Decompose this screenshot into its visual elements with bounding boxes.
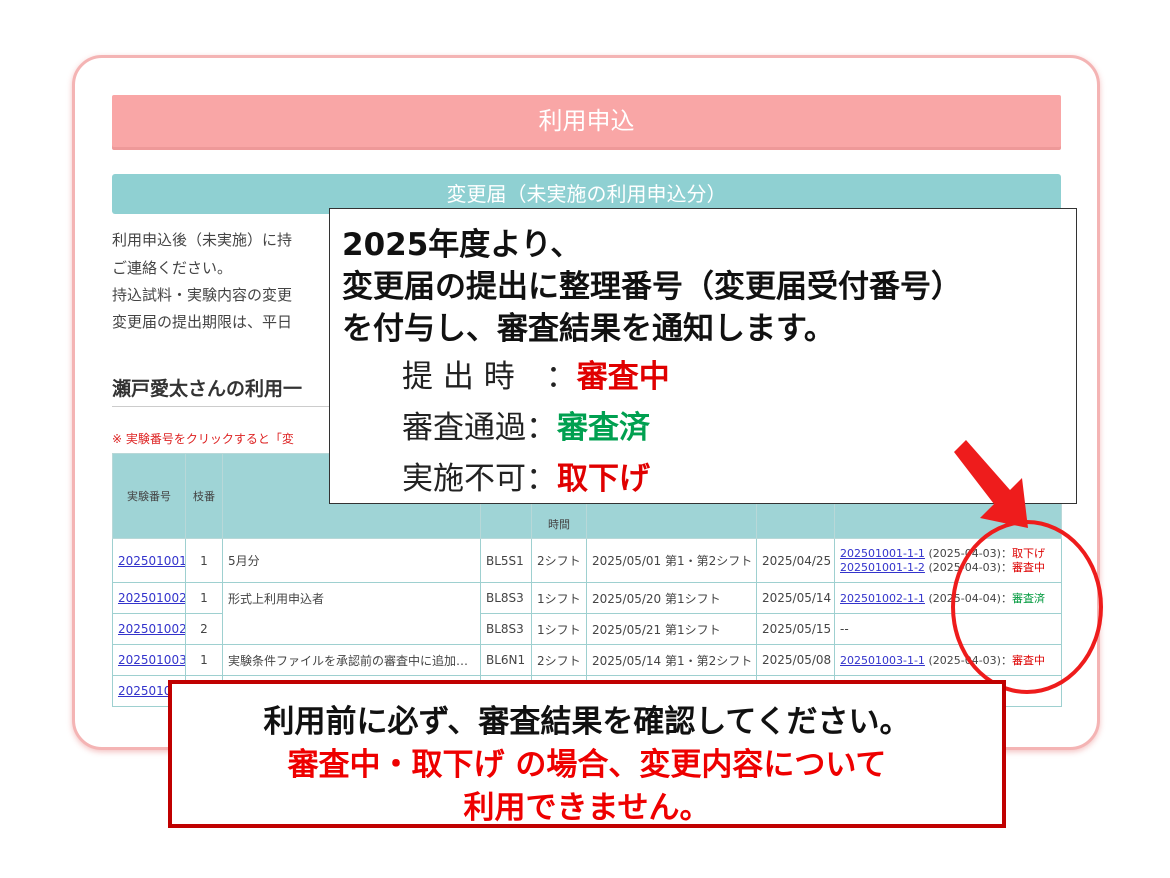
change-link[interactable]: 202501001-1-2 (840, 561, 925, 574)
deadline-cell: 2025/05/15 (756, 613, 835, 645)
warning-line-1: 利用前に必ず、審査結果を確認してください。 (263, 704, 911, 740)
page-title: 利用申込 (112, 95, 1061, 147)
shift-cell: 1シフト (531, 613, 587, 645)
warning-line-2: 審査中・取下げ の場合、変更内容について (287, 747, 887, 783)
bl-cell: BL6N1 (480, 644, 532, 676)
date-cell: 2025/05/21 第1シフト (586, 613, 757, 645)
description-line-3: 持込試料・実験内容の変更 (112, 286, 293, 304)
deadline-cell: 2025/04/25 (756, 538, 835, 583)
status-value: 審査中 (576, 359, 670, 395)
change-link[interactable]: 202501003-1-1 (840, 654, 925, 667)
callout-line-2: 変更届の提出に整理番号（変更届受付番号） (342, 269, 962, 305)
branch-cell: 1 (185, 538, 223, 583)
title-cell: 形式上利用申込者 (222, 582, 481, 645)
status-value: 取下げ (557, 461, 650, 497)
shift-cell: 2シフト (531, 538, 587, 583)
status-line-submitted: 提 出 時 ：審査中 (402, 351, 670, 396)
bl-cell: BL8S3 (480, 613, 532, 645)
status-line-rejected: 実施不可：取下げ (402, 453, 650, 498)
table-row: 202501002 1 形式上利用申込者 BL8S3 1シフト 2025/05/… (112, 582, 1062, 645)
date-cell: 2025/05/14 第1・第2シフト (586, 644, 757, 676)
experiment-link[interactable]: 202501001 (118, 554, 185, 568)
warning-line-3: 利用できません。 (463, 790, 711, 826)
title-cell: 5月分 (222, 538, 481, 583)
status-label: 実施不可： (402, 461, 557, 497)
col-experiment-no: 実験番号 (112, 453, 186, 539)
highlight-circle (951, 520, 1103, 694)
callout-line-3: を付与し、審査結果を通知します。 (342, 311, 835, 347)
date-cell: 2025/05/20 第1シフト (586, 582, 757, 614)
warning-box: 利用前に必ず、審査結果を確認してください。 審査中・取下げ の場合、変更内容につ… (168, 680, 1006, 828)
table-row: 202501001 1 5月分 BL5S1 2シフト 2025/05/01 第1… (112, 538, 1062, 583)
branch-cell: 1 (185, 644, 223, 676)
status-value: 審査済 (557, 410, 650, 446)
status-line-passed: 審査通過：審査済 (402, 402, 650, 447)
shift-cell: 1シフト (531, 582, 587, 614)
change-link[interactable]: 202501002-1-1 (840, 592, 925, 605)
usage-list-title: 瀬戸愛太さんの利用一 (112, 378, 303, 400)
description-line-1: 利用申込後（未実施）に持 (112, 231, 293, 249)
branch-cell: 2 (185, 613, 223, 645)
bl-cell: BL5S1 (480, 538, 532, 583)
col-branch: 枝番 (185, 453, 223, 539)
experiment-link[interactable]: 202501003 (118, 653, 185, 667)
status-label: 提 出 時 ： (402, 359, 577, 395)
callout-line-1: 2025年度より、 (342, 227, 582, 263)
deadline-cell: 2025/05/14 (756, 582, 835, 614)
experiment-link[interactable]: 202501002 (118, 591, 185, 605)
description-line-4: 変更届の提出期限は、平日 (112, 313, 293, 331)
change-link[interactable]: 202501001-1-1 (840, 547, 925, 560)
bl-cell: BL8S3 (480, 582, 532, 614)
title-cell: 実験条件ファイルを承認前の審査中に追加… (222, 644, 481, 676)
branch-cell: 1 (185, 582, 223, 614)
status-label: 審査通過： (402, 410, 557, 446)
description-line-2: ご連絡ください。 (112, 259, 233, 277)
table-row: 202501003 1 実験条件ファイルを承認前の審査中に追加… BL6N1 2… (112, 644, 1062, 676)
shift-cell: 2シフト (531, 644, 587, 676)
deadline-cell: 2025/05/08 (756, 644, 835, 676)
click-note: ※ 実験番号をクリックすると「変 (112, 432, 294, 446)
date-cell: 2025/05/01 第1・第2シフト (586, 538, 757, 583)
experiment-link[interactable]: 202501002 (118, 622, 185, 636)
